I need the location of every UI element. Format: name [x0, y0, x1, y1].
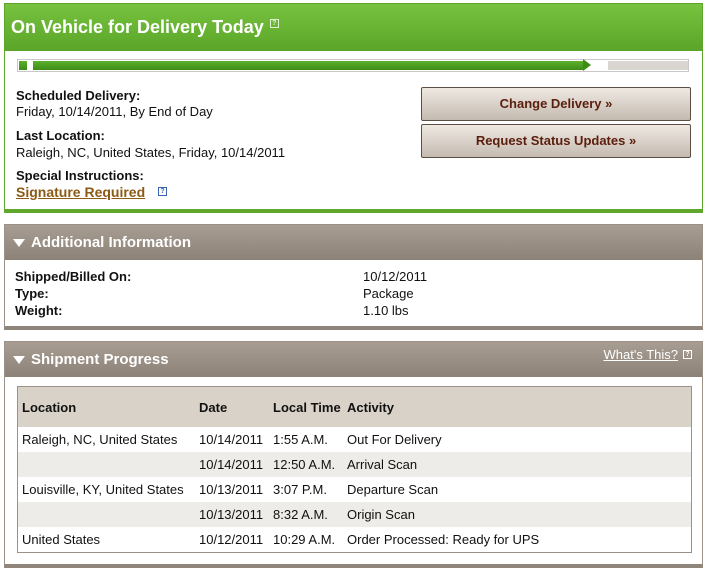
- time-cell: 12:50 A.M.: [273, 457, 336, 472]
- table-row: 10/13/2011 8:32 A.M. Origin Scan: [18, 502, 691, 527]
- time-cell: 1:55 A.M.: [273, 432, 328, 447]
- progress-segment-gap: [27, 60, 33, 71]
- time-cell: 10:29 A.M.: [273, 532, 336, 547]
- column-header-local-time: Local Time: [273, 399, 341, 415]
- column-header-location: Location: [22, 399, 77, 415]
- location-cell: United States: [22, 532, 101, 547]
- progress-chevron-icon: [583, 59, 591, 71]
- status-header: On Vehicle for Delivery Today?: [5, 4, 702, 51]
- collapse-triangle-icon[interactable]: [13, 356, 25, 364]
- weight-value: 1.10 lbs: [363, 303, 409, 318]
- shipped-billed-label: Shipped/Billed On:: [15, 269, 132, 284]
- date-cell: 10/13/2011: [199, 482, 264, 497]
- weight-label: Weight:: [15, 303, 63, 318]
- date-cell: 10/14/2011: [199, 432, 264, 447]
- activity-cell: Departure Scan: [347, 482, 439, 497]
- location-cell: Raleigh, NC, United States: [22, 432, 178, 447]
- time-cell: 3:07 P.M.: [273, 482, 327, 497]
- shipped-billed-value: 10/12/2011: [363, 269, 428, 284]
- additional-information-panel: Additional Information Shipped/Billed On…: [4, 224, 703, 330]
- status-title: On Vehicle for Delivery Today?: [11, 17, 279, 38]
- change-delivery-button[interactable]: Change Delivery »: [421, 87, 691, 121]
- date-cell: 10/13/2011: [199, 507, 264, 522]
- progress-remaining: [608, 61, 688, 70]
- delivery-progress-bar: [17, 59, 689, 72]
- additional-information-header[interactable]: Additional Information: [5, 225, 702, 260]
- help-icon[interactable]: ?: [269, 19, 279, 28]
- activity-cell: Out For Delivery: [347, 432, 442, 447]
- delivery-status-card: On Vehicle for Delivery Today? Scheduled…: [4, 3, 703, 213]
- activity-cell: Arrival Scan: [347, 457, 418, 472]
- table-row: 10/14/2011 12:50 A.M. Arrival Scan: [18, 452, 691, 477]
- time-cell: 8:32 A.M.: [273, 507, 328, 522]
- type-label: Type:: [15, 286, 49, 301]
- panel-title: Shipment Progress: [31, 351, 169, 368]
- help-icon[interactable]: ?: [683, 350, 692, 359]
- date-cell: 10/14/2011: [199, 457, 264, 472]
- activity-cell: Order Processed: Ready for UPS: [347, 532, 540, 547]
- activity-cell: Origin Scan: [347, 507, 415, 522]
- table-row: Raleigh, NC, United States 10/14/2011 1:…: [18, 427, 691, 452]
- panel-title: Additional Information: [31, 234, 191, 251]
- last-location-value: Raleigh, NC, United States, Friday, 10/1…: [16, 145, 286, 160]
- location-cell: Louisville, KY, United States: [22, 482, 184, 497]
- location-cell: [18, 452, 195, 477]
- progress-fill: [19, 61, 583, 70]
- column-header-date: Date: [199, 399, 228, 415]
- status-title-text: On Vehicle for Delivery Today: [11, 17, 264, 37]
- last-location-label: Last Location:: [16, 128, 105, 143]
- column-header-activity: Activity: [347, 399, 394, 415]
- special-instructions-label: Special Instructions:: [16, 168, 144, 183]
- scheduled-delivery-value: Friday, 10/14/2011, By End of Day: [16, 104, 213, 119]
- request-status-updates-button[interactable]: Request Status Updates »: [421, 124, 691, 158]
- shipment-progress-table: Location Date Local Time Activity Raleig…: [17, 386, 692, 553]
- shipment-progress-panel: Shipment Progress What's This? ? Locatio…: [4, 341, 703, 568]
- location-cell: [18, 502, 195, 527]
- shipment-progress-header[interactable]: Shipment Progress What's This? ?: [5, 342, 702, 377]
- type-value: Package: [363, 286, 414, 301]
- date-cell: 10/12/2011: [199, 532, 264, 547]
- table-row: United States 10/12/2011 10:29 A.M. Orde…: [18, 527, 691, 552]
- signature-required-link[interactable]: Signature Required: [16, 184, 145, 200]
- table-header-row: Location Date Local Time Activity: [18, 387, 691, 427]
- help-icon[interactable]: ?: [158, 187, 167, 196]
- scheduled-delivery-label: Scheduled Delivery:: [16, 88, 141, 103]
- collapse-triangle-icon[interactable]: [13, 239, 25, 247]
- whats-this-link[interactable]: What's This?: [604, 347, 679, 362]
- table-row: Louisville, KY, United States 10/13/2011…: [18, 477, 691, 502]
